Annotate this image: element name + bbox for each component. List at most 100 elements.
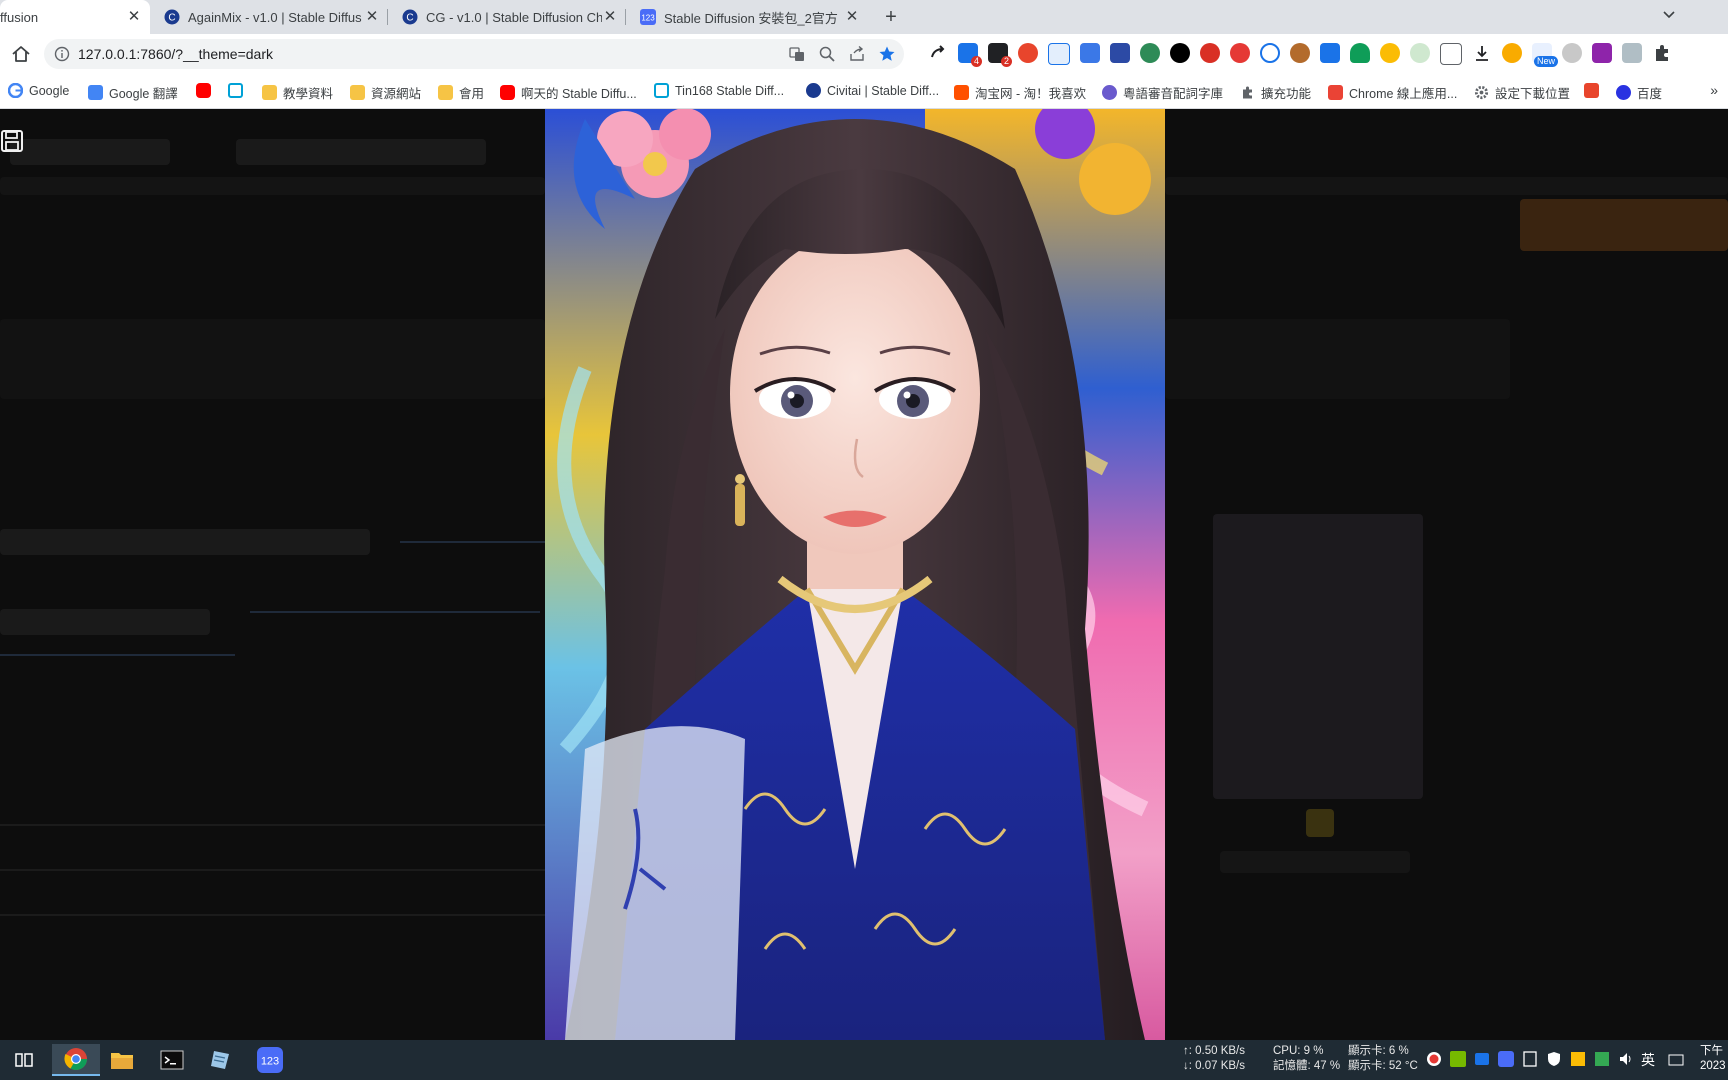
bookmark-baidu[interactable]: 百度 (1616, 83, 1662, 102)
dim-slider (0, 869, 545, 871)
terminal-button[interactable] (152, 1044, 192, 1076)
tray-shield-icon[interactable] (1546, 1051, 1562, 1067)
new-tab-button[interactable]: + (880, 6, 902, 28)
extension-arrow-icon[interactable] (928, 43, 948, 63)
tray-calculator-icon[interactable] (1522, 1051, 1538, 1067)
memory-usage: 記憶體: 47 % (1273, 1060, 1341, 1072)
civitai-icon (806, 83, 821, 98)
extensions-puzzle-icon[interactable] (1652, 43, 1672, 63)
tray-sync-icon[interactable] (1594, 1051, 1610, 1067)
generated-image-lightbox[interactable] (545, 109, 1165, 1040)
extension-shield-icon[interactable] (1230, 43, 1250, 63)
tab-cg[interactable]: C CG - v1.0 | Stable Diffusion Ch ✕ (390, 0, 626, 34)
bookmark-folder-resources[interactable]: 資源網站 (350, 83, 421, 102)
extension-globe-icon[interactable] (1140, 43, 1160, 63)
bookmark-orange[interactable] (1584, 83, 1605, 98)
bookmark-label: Google (29, 83, 70, 98)
translate-icon[interactable] (788, 45, 806, 63)
notepad-button[interactable] (200, 1044, 240, 1076)
tray-123pan-icon[interactable] (1498, 1051, 1514, 1067)
file-explorer-button[interactable] (102, 1044, 142, 1076)
zoom-icon[interactable] (818, 45, 836, 63)
close-tab-icon[interactable]: ✕ (126, 9, 142, 25)
bookmark-folder-tutorials[interactable]: 教學資料 (262, 83, 333, 102)
123pan-button[interactable]: 123 (250, 1044, 290, 1076)
record-icon[interactable] (1426, 1051, 1442, 1067)
tray-app-icon[interactable] (1570, 1051, 1586, 1067)
extension-gray-icon[interactable] (1622, 43, 1642, 63)
tab-title: AgainMix - v1.0 | Stable Diffus (188, 9, 362, 25)
bookmark-folder-useful[interactable]: 會用 (438, 83, 484, 102)
input-method-indicator[interactable]: 英 (1641, 1050, 1655, 1070)
close-tab-icon[interactable]: ✕ (602, 9, 618, 25)
home-icon[interactable] (10, 43, 32, 65)
save-icon[interactable] (0, 129, 24, 153)
bookmark-google[interactable]: Google (8, 83, 69, 98)
bookmark-taobao[interactable]: 淘宝网 - 淘！我喜欢 (954, 83, 1086, 102)
dictionary-icon (1102, 85, 1117, 100)
url-text[interactable]: 127.0.0.1:7860/?__theme=dark (78, 46, 273, 62)
extension-guard-icon[interactable] (1350, 43, 1370, 63)
system-clock[interactable]: 下午 2023 (1700, 1044, 1726, 1074)
bookmark-label: 百度 (1637, 87, 1663, 101)
volume-icon[interactable] (1618, 1051, 1634, 1067)
tab-active[interactable]: ffusion ✕ (0, 0, 150, 34)
extension-tiles-icon[interactable]: 4 (958, 43, 982, 67)
tab-sd-package[interactable]: 123 Stable Diffusion 安裝包_2官方 ✕ (628, 0, 868, 34)
downloads-icon[interactable] (1472, 43, 1492, 63)
bookmarks-overflow-icon[interactable]: » (1710, 82, 1718, 98)
extension-chart-icon[interactable] (1110, 43, 1130, 63)
extension-megaphone-icon[interactable] (1018, 43, 1038, 63)
bookmark-cantonese-dictionary[interactable]: 粵語審音配詞字庫 (1102, 83, 1223, 102)
bookmark-extensions[interactable]: 擴充功能 (1240, 83, 1311, 102)
extension-chat-icon[interactable]: 2 (988, 43, 1012, 67)
address-bar[interactable]: 127.0.0.1:7860/?__theme=dark (44, 39, 904, 69)
extension-on-icon[interactable] (1410, 43, 1430, 63)
close-tab-icon[interactable]: ✕ (364, 9, 380, 25)
tab-title: CG - v1.0 | Stable Diffusion Ch (426, 9, 602, 25)
tab-search-chevron-icon[interactable] (1662, 8, 1676, 22)
extension-window-icon[interactable] (1080, 43, 1100, 63)
extension-info-icon[interactable] (1440, 43, 1462, 65)
browser-toolbar: 127.0.0.1:7860/?__theme=dark 4 2 New (0, 34, 1728, 74)
gpu-temperature: 顯示卡: 52 °C (1348, 1060, 1418, 1072)
task-view-icon[interactable] (4, 1044, 44, 1076)
cookie-icon[interactable] (1290, 43, 1310, 63)
tray-window-icon[interactable] (1474, 1051, 1490, 1067)
nvidia-icon[interactable] (1450, 1051, 1466, 1067)
extension-cloud-icon[interactable] (1048, 43, 1070, 65)
extension-orange-icon[interactable] (1502, 43, 1522, 63)
extension-link-icon[interactable] (1380, 43, 1400, 63)
taobao-icon (954, 85, 969, 100)
share-icon[interactable] (848, 45, 866, 63)
dim-slider (250, 611, 540, 613)
dim-tab-row (0, 177, 545, 195)
123pan-icon: 123 (257, 1047, 283, 1073)
bookmark-youtube[interactable] (196, 83, 217, 98)
bookmark-google-translate[interactable]: Google 翻譯 (88, 83, 178, 102)
svg-text:123: 123 (641, 14, 655, 23)
dim-tab-row-right (1165, 177, 1728, 195)
close-tab-icon[interactable]: ✕ (844, 9, 860, 25)
download-helper-icon[interactable] (1320, 43, 1340, 63)
bookmark-download-settings[interactable]: 設定下載位置 (1474, 83, 1570, 102)
site-info-icon[interactable] (54, 46, 70, 62)
bookmark-bilibili[interactable] (228, 83, 249, 98)
ime-keyboard-icon[interactable] (1668, 1052, 1684, 1068)
bookmark-civitai[interactable]: Civitai | Stable Diff... (806, 83, 939, 98)
extension-bird-icon[interactable] (1562, 43, 1582, 63)
bookmark-stable-diffusion-yt[interactable]: 啊天的 Stable Diffu... (500, 83, 637, 102)
dim-output-buttons (1220, 851, 1410, 873)
extension-sound-icon[interactable] (1260, 43, 1280, 63)
chrome-taskbar-button[interactable] (52, 1044, 100, 1076)
extension-new-icon[interactable]: New (1532, 43, 1558, 67)
bookmark-chrome-web-store[interactable]: Chrome 線上應用... (1328, 83, 1457, 102)
extension-purple-icon[interactable] (1592, 43, 1612, 63)
dim-upscaler-dropdown (0, 609, 210, 635)
folder-icon (350, 85, 365, 100)
bookmark-tin168[interactable]: Tin168 Stable Diff... (654, 83, 784, 98)
tab-againmix[interactable]: C AgainMix - v1.0 | Stable Diffus ✕ (152, 0, 388, 34)
adblock-icon[interactable] (1200, 43, 1220, 63)
bookmark-star-icon[interactable] (878, 45, 896, 63)
extension-key-icon[interactable] (1170, 43, 1190, 63)
